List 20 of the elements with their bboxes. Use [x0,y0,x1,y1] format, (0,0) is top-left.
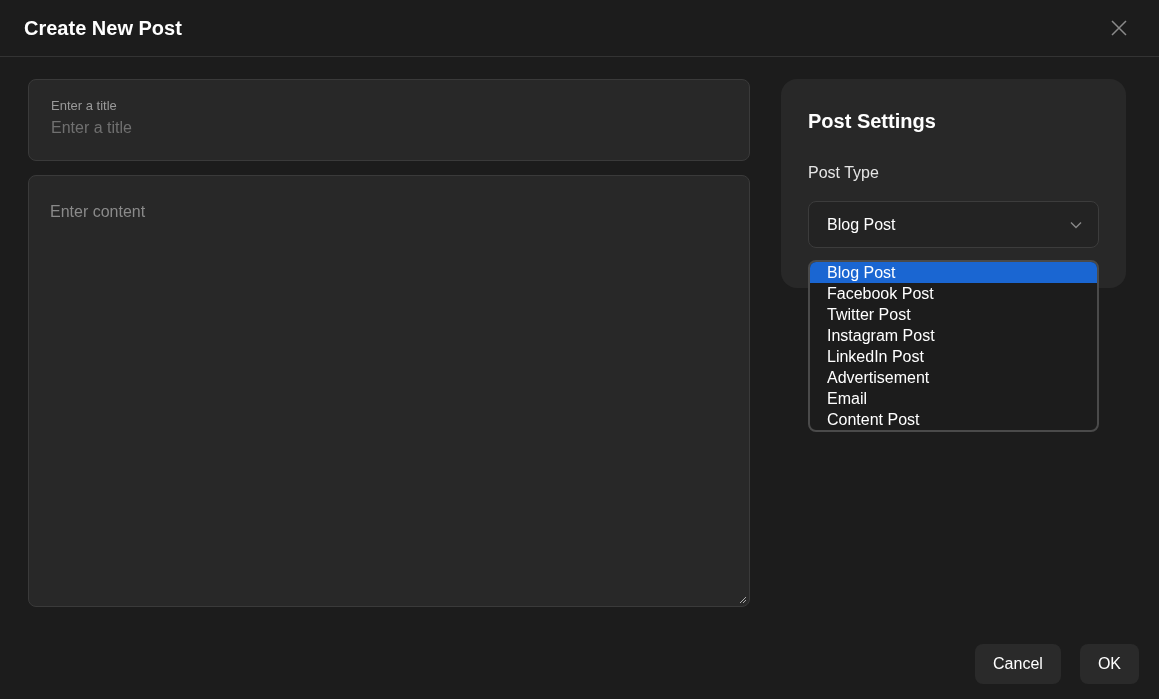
settings-heading: Post Settings [808,110,937,133]
dialog-title: Create New Post [24,16,182,40]
title-field-label: Enter a title [51,98,118,113]
dropdown-option[interactable]: Content Post [810,409,1097,430]
dropdown-option[interactable]: Email [810,388,1097,409]
title-input-field[interactable]: Enter a title [51,119,727,137]
close-icon[interactable] [1111,20,1127,36]
resize-grip-icon[interactable] [738,595,747,604]
content-text-area[interactable]: Enter content [28,175,750,607]
dropdown-option[interactable]: Facebook Post [810,283,1097,304]
dropdown-option[interactable]: Advertisement [810,367,1097,388]
post-type-label: Post Type [808,164,880,182]
dropdown-option[interactable]: Twitter Post [810,304,1097,325]
dropdown-option[interactable]: LinkedIn Post [810,346,1097,367]
cancel-button[interactable]: Cancel [975,644,1061,684]
chevron-down-icon [1070,220,1082,229]
dropdown-option[interactable]: Instagram Post [810,325,1097,346]
dropdown-option[interactable]: Blog Post [810,262,1097,283]
post-type-select[interactable]: Blog Post [808,201,1099,248]
ok-button[interactable]: OK [1079,644,1139,684]
